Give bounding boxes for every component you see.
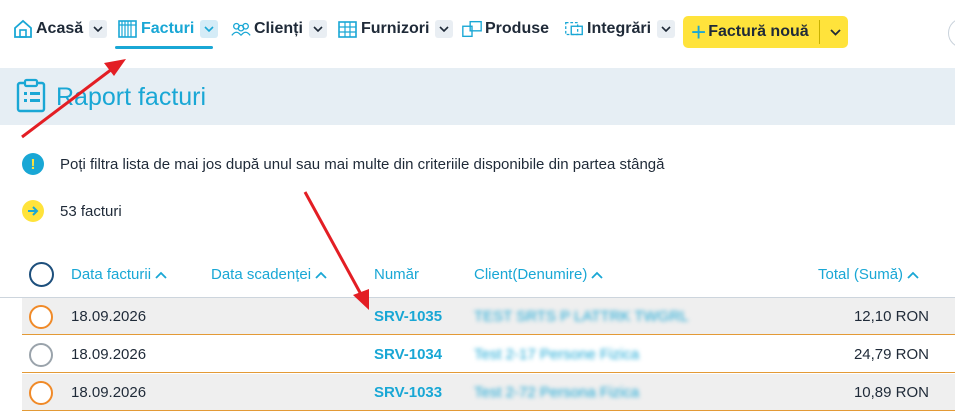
nav-label: Produse (485, 20, 550, 37)
sort-up-icon (907, 271, 919, 279)
row-select-radio[interactable] (29, 381, 53, 405)
active-tab-underline (115, 46, 213, 49)
chevron-down-icon[interactable] (823, 16, 848, 48)
arrow-right-icon (22, 200, 44, 222)
products-icon (461, 18, 483, 40)
invoice-total: 12,10 RON (853, 308, 929, 325)
invoice-date: 18.09.2026 (71, 346, 147, 363)
invoice-number-link[interactable]: SRV-1033 (374, 384, 442, 401)
sort-up-icon (591, 271, 604, 279)
nav-item-furnizori[interactable]: Furnizori (337, 14, 454, 44)
info-icon: ! (22, 153, 44, 175)
new-invoice-label: Factură nouă (708, 23, 809, 40)
suppliers-icon (337, 18, 359, 40)
new-invoice-button[interactable]: + Factură nouă (683, 16, 848, 48)
table-header: Data facturii Data scadenței Număr Clien… (0, 252, 955, 298)
filter-hint: ! Poți filtra lista de mai jos după unul… (22, 153, 665, 175)
row-select-radio[interactable] (29, 305, 53, 329)
invoices-icon (117, 18, 139, 40)
nav-item-integrari[interactable]: Integrări (563, 14, 676, 44)
plus-icon: + (691, 17, 707, 47)
column-header-due-date[interactable]: Data scadenței (211, 266, 327, 283)
integrations-icon (563, 18, 585, 40)
column-header-total[interactable]: Total (Sumă) (818, 266, 919, 283)
nav-item-acasa[interactable]: Acasă (12, 14, 108, 44)
page-title: Raport facturi (56, 83, 207, 111)
table-row[interactable]: 18.09.2026 SRV-1033 Test 2-72 Persona Fi… (22, 374, 955, 411)
chevron-down-icon[interactable] (435, 20, 454, 38)
column-header-date[interactable]: Data facturii (71, 266, 167, 283)
row-select-radio[interactable] (29, 343, 53, 367)
clients-icon (230, 18, 252, 40)
sort-up-icon (155, 271, 167, 279)
invoice-date: 18.09.2026 (71, 384, 147, 401)
chevron-down-icon[interactable] (89, 20, 108, 38)
invoice-number-link[interactable]: SRV-1035 (374, 308, 442, 325)
filter-hint-text: Poți filtra lista de mai jos după unul s… (60, 155, 665, 173)
nav-label: Facturi (141, 20, 195, 37)
invoice-count-text: 53 facturi (60, 202, 122, 220)
nav-item-clienti[interactable]: Clienți (230, 14, 327, 44)
home-icon (12, 18, 34, 40)
chevron-down-icon[interactable] (308, 20, 327, 38)
nav-label: Clienți (254, 20, 303, 37)
clipboard-icon (15, 78, 49, 114)
chevron-down-icon[interactable] (200, 20, 219, 38)
user-avatar[interactable] (948, 18, 955, 48)
nav-item-facturi[interactable]: Facturi (117, 14, 219, 44)
invoice-date: 18.09.2026 (71, 308, 147, 325)
nav-label: Integrări (587, 20, 652, 37)
nav-item-produse[interactable]: Produse (461, 14, 549, 44)
sort-up-icon (315, 271, 327, 279)
chevron-down-icon[interactable] (657, 20, 676, 38)
table-row[interactable]: 18.09.2026 SRV-1034 Test 2-17 Persone Fi… (22, 336, 955, 373)
column-header-client[interactable]: Client(Denumire) (474, 266, 604, 283)
top-navigation: Acasă Facturi Clienți Furnizori Produse (0, 0, 955, 68)
button-divider (819, 20, 820, 44)
nav-label: Furnizori (361, 20, 430, 37)
client-name-link[interactable]: Test 2-17 Persone Fizica (474, 346, 639, 363)
invoice-number-link[interactable]: SRV-1034 (374, 346, 442, 363)
client-name-link[interactable]: TEST SRTS P LATTRK TWGRL (474, 308, 689, 325)
table-row[interactable]: 18.09.2026 SRV-1035 TEST SRTS P LATTRK T… (22, 298, 955, 335)
select-all-checkbox[interactable] (29, 262, 54, 287)
client-name-link[interactable]: Test 2-72 Persona Fizica (474, 384, 639, 401)
column-header-number[interactable]: Număr (374, 266, 419, 283)
invoice-count: 53 facturi (22, 200, 122, 222)
invoice-total: 10,89 RON (853, 384, 929, 401)
invoice-total: 24,79 RON (853, 346, 929, 363)
nav-label: Acasă (36, 20, 84, 37)
